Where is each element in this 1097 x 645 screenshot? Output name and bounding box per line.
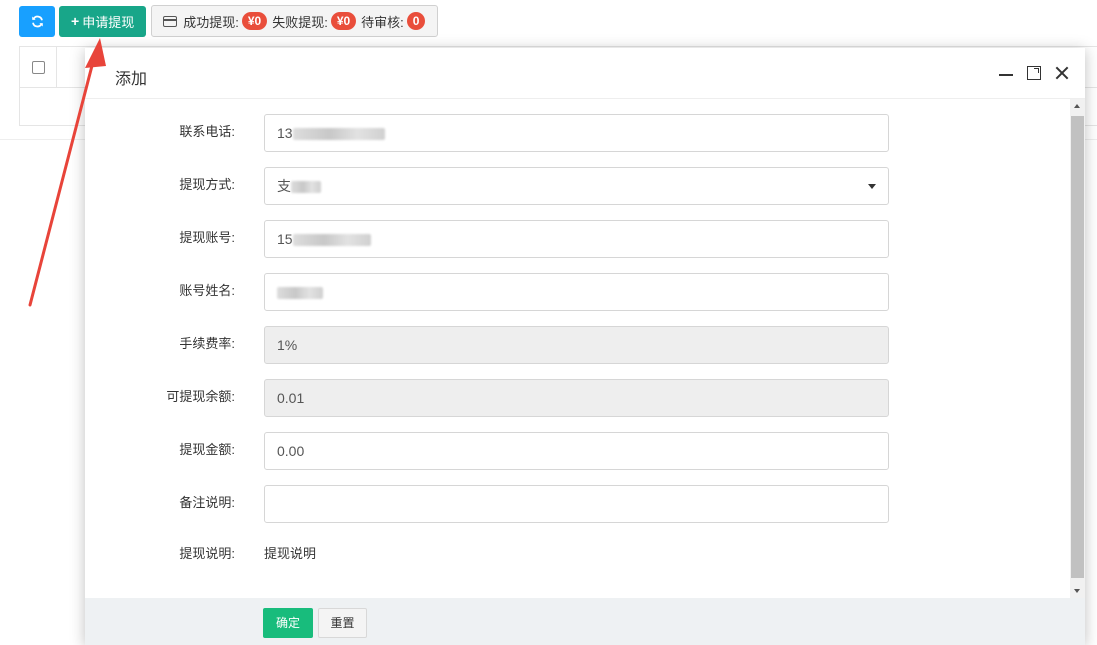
toolbar: + 申请提现 成功提现: ¥0 失败提现: ¥0 待审核: 0 (19, 5, 439, 37)
add-dialog: 添加 联系电话: 13 提现方式: 支 提现账号: 15 账号姓名: 手续费率:… (85, 48, 1085, 645)
fail-label: 失败提现: (272, 14, 328, 30)
fee-label: 手续费率: (179, 336, 235, 351)
scroll-up-icon[interactable] (1074, 104, 1080, 108)
plus-icon: + (71, 13, 80, 29)
pending-label: 待审核: (361, 14, 404, 30)
success-badge: ¥0 (241, 12, 268, 30)
amount-input[interactable]: 0.00 (264, 432, 889, 470)
masked-value (292, 128, 385, 141)
apply-withdraw-label: 申请提现 (82, 14, 135, 30)
form-row-balance: 可提现余额: 0.01 (85, 379, 1070, 417)
phone-value: 13 (277, 125, 293, 141)
fail-badge: ¥0 (330, 12, 357, 30)
remark-label: 备注说明: (179, 495, 235, 510)
select-all-checkbox[interactable] (32, 61, 45, 74)
withdraw-stats: 成功提现: ¥0 失败提现: ¥0 待审核: 0 (151, 5, 439, 37)
credit-card-icon (163, 15, 178, 27)
instruction-label: 提现说明: (179, 546, 235, 561)
pending-badge: 0 (406, 12, 426, 30)
account-label: 提现账号: (179, 230, 235, 245)
form-row-instruction: 提现说明: 提现说明 (85, 539, 1070, 577)
success-label: 成功提现: (183, 14, 239, 30)
form-row-phone: 联系电话: 13 (85, 114, 1070, 152)
dialog-scrollbar[interactable] (1070, 99, 1085, 598)
masked-value (277, 287, 323, 300)
window-controls (999, 66, 1069, 80)
account-value: 15 (277, 231, 293, 247)
method-value: 支 (277, 178, 291, 194)
form-row-remark: 备注说明: (85, 485, 1070, 523)
masked-value (291, 181, 321, 194)
amount-label: 提现金额: (179, 442, 235, 457)
dialog-footer: 确定 重置 (85, 598, 1085, 645)
close-icon[interactable] (1055, 66, 1069, 80)
method-select[interactable]: 支 (264, 167, 889, 205)
chevron-down-icon (868, 184, 876, 189)
account-input[interactable]: 15 (264, 220, 889, 258)
apply-withdraw-button[interactable]: + 申请提现 (59, 5, 147, 37)
method-label: 提现方式: (179, 177, 235, 192)
phone-label: 联系电话: (179, 124, 235, 139)
minimize-icon[interactable] (999, 67, 1013, 79)
refresh-icon (31, 15, 43, 27)
dialog-body: 联系电话: 13 提现方式: 支 提现账号: 15 账号姓名: 手续费率: 1%… (85, 99, 1070, 598)
scroll-down-icon[interactable] (1074, 589, 1080, 593)
fee-input: 1% (264, 326, 889, 364)
form-row-method: 提现方式: 支 (85, 167, 1070, 205)
refresh-button[interactable] (19, 5, 55, 37)
reset-button[interactable]: 重置 (318, 608, 367, 638)
column-divider (56, 47, 57, 87)
balance-input: 0.01 (264, 379, 889, 417)
instruction-text: 提现说明 (264, 546, 317, 561)
remark-input[interactable] (264, 485, 889, 523)
form-row-fee: 手续费率: 1% (85, 326, 1070, 364)
dialog-header: 添加 (85, 48, 1085, 99)
scroll-thumb[interactable] (1071, 116, 1084, 578)
form-row-account: 提现账号: 15 (85, 220, 1070, 258)
dialog-title: 添加 (115, 71, 148, 88)
form-row-amount: 提现金额: 0.00 (85, 432, 1070, 470)
confirm-button[interactable]: 确定 (263, 608, 313, 638)
masked-value (292, 234, 371, 247)
form-row-name: 账号姓名: (85, 273, 1070, 311)
balance-label: 可提现余额: (166, 389, 235, 404)
name-label: 账号姓名: (179, 283, 235, 298)
name-input[interactable] (264, 273, 889, 311)
maximize-icon[interactable] (1027, 66, 1041, 80)
phone-input[interactable]: 13 (264, 114, 889, 152)
